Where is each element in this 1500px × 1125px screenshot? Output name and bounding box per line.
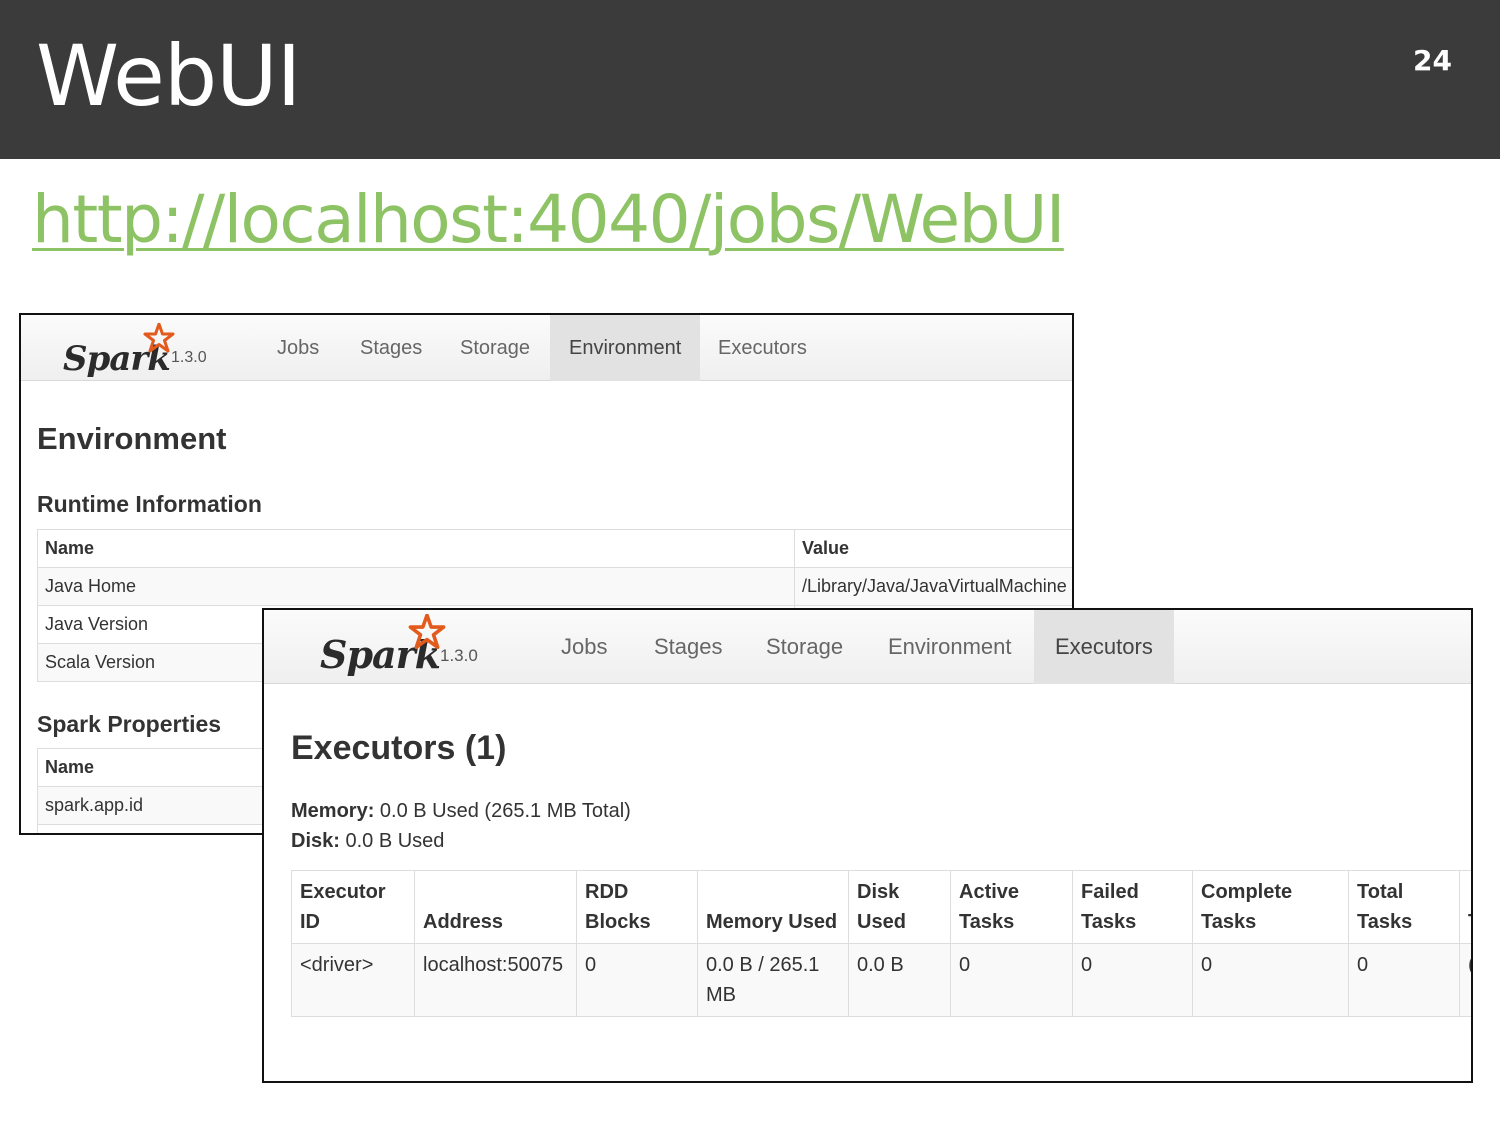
spark-version: 1.3.0 bbox=[440, 646, 478, 665]
tab-environment[interactable]: Environment bbox=[550, 315, 701, 381]
tab-jobs[interactable]: Jobs bbox=[258, 315, 338, 381]
table-cell: /Library/Java/JavaVirtualMachine bbox=[794, 567, 1072, 606]
table-header-row: Name Value bbox=[36, 529, 1072, 568]
memory-label: Memory: bbox=[291, 800, 375, 822]
tab-executors[interactable]: Executors bbox=[699, 315, 826, 381]
table-cell: 0 bbox=[1192, 943, 1349, 1017]
tab-environment[interactable]: Environment bbox=[867, 610, 1033, 684]
column-header-memory-used[interactable]: Memory Used bbox=[697, 870, 849, 944]
executors-window: Spark 1.3.0 Jobs Stages Storage Environm… bbox=[262, 608, 1473, 1083]
tab-storage[interactable]: Storage bbox=[745, 610, 864, 684]
table-cell: 0.0 B / 265.1 MB bbox=[697, 943, 849, 1017]
executors-table: Executor ID Address RDD Blocks Memory Us… bbox=[291, 870, 1471, 1017]
table-cell: 0 bbox=[950, 943, 1073, 1017]
tab-jobs[interactable]: Jobs bbox=[540, 610, 628, 684]
page-title: Environment bbox=[37, 421, 227, 456]
disk-label: Disk: bbox=[291, 830, 340, 852]
spark-logo[interactable]: Spark 1.3.0 bbox=[63, 323, 223, 379]
page-title: Executors (1) bbox=[291, 729, 507, 767]
tab-storage[interactable]: Storage bbox=[441, 315, 549, 381]
column-header-truncated[interactable]: T T bbox=[1459, 870, 1471, 944]
tab-executors[interactable]: Executors bbox=[1034, 610, 1174, 684]
runtime-information-heading: Runtime Information bbox=[37, 491, 262, 517]
spark-logo[interactable]: Spark 1.3.0 bbox=[320, 614, 480, 680]
column-header-disk-used[interactable]: Disk Used bbox=[848, 870, 951, 944]
spark-navbar: Spark 1.3.0 Jobs Stages Storage Environm… bbox=[264, 610, 1471, 684]
slide-page-number: 24 bbox=[1413, 44, 1452, 77]
disk-summary: Disk: 0.0 B Used bbox=[291, 826, 631, 856]
column-header-executor-id[interactable]: Executor ID bbox=[291, 870, 415, 944]
column-header-rdd-blocks[interactable]: RDD Blocks bbox=[576, 870, 698, 944]
table-cell: <driver> bbox=[291, 943, 415, 1017]
table-cell: localhost:50075 bbox=[414, 943, 577, 1017]
column-header-total-tasks[interactable]: Total Tasks bbox=[1348, 870, 1460, 944]
column-header-complete-tasks[interactable]: Complete Tasks bbox=[1192, 870, 1349, 944]
table-cell: 0 bbox=[576, 943, 698, 1017]
table-cell: 0 bbox=[1348, 943, 1460, 1017]
column-header-failed-tasks[interactable]: Failed Tasks bbox=[1072, 870, 1193, 944]
table-cell: 0.0 B bbox=[848, 943, 951, 1017]
column-header-name[interactable]: Name bbox=[36, 529, 796, 568]
memory-value: 0.0 B Used (265.1 MB Total) bbox=[379, 800, 631, 822]
table-cell: ( bbox=[1459, 943, 1471, 1017]
webui-url-link[interactable]: http://localhost:4040/jobs/WebUI bbox=[32, 183, 1065, 257]
table-row: Java Home /Library/Java/JavaVirtualMachi… bbox=[36, 567, 1072, 606]
spark-version: 1.3.0 bbox=[171, 349, 207, 366]
slide-header: WebUI 24 bbox=[0, 0, 1500, 159]
table-header-row: Executor ID Address RDD Blocks Memory Us… bbox=[291, 870, 1471, 944]
executors-summary: Memory: 0.0 B Used (265.1 MB Total) Disk… bbox=[291, 796, 631, 856]
spark-navbar: Spark 1.3.0 Jobs Stages Storage Environm… bbox=[21, 315, 1072, 381]
column-header-address[interactable]: Address bbox=[414, 870, 577, 944]
column-header-value[interactable]: Value bbox=[794, 529, 1072, 568]
tab-stages[interactable]: Stages bbox=[633, 610, 744, 684]
column-header-active-tasks[interactable]: Active Tasks bbox=[950, 870, 1073, 944]
table-cell: 0 bbox=[1072, 943, 1193, 1017]
memory-summary: Memory: 0.0 B Used (265.1 MB Total) bbox=[291, 796, 631, 826]
disk-value: 0.0 B Used bbox=[345, 830, 445, 852]
table-row: <driver> localhost:50075 0 0.0 B / 265.1… bbox=[291, 943, 1471, 1017]
tab-stages[interactable]: Stages bbox=[341, 315, 441, 381]
table-cell: Java Home bbox=[36, 567, 796, 606]
slide-title: WebUI bbox=[36, 27, 301, 125]
spark-properties-heading: Spark Properties bbox=[37, 711, 222, 737]
